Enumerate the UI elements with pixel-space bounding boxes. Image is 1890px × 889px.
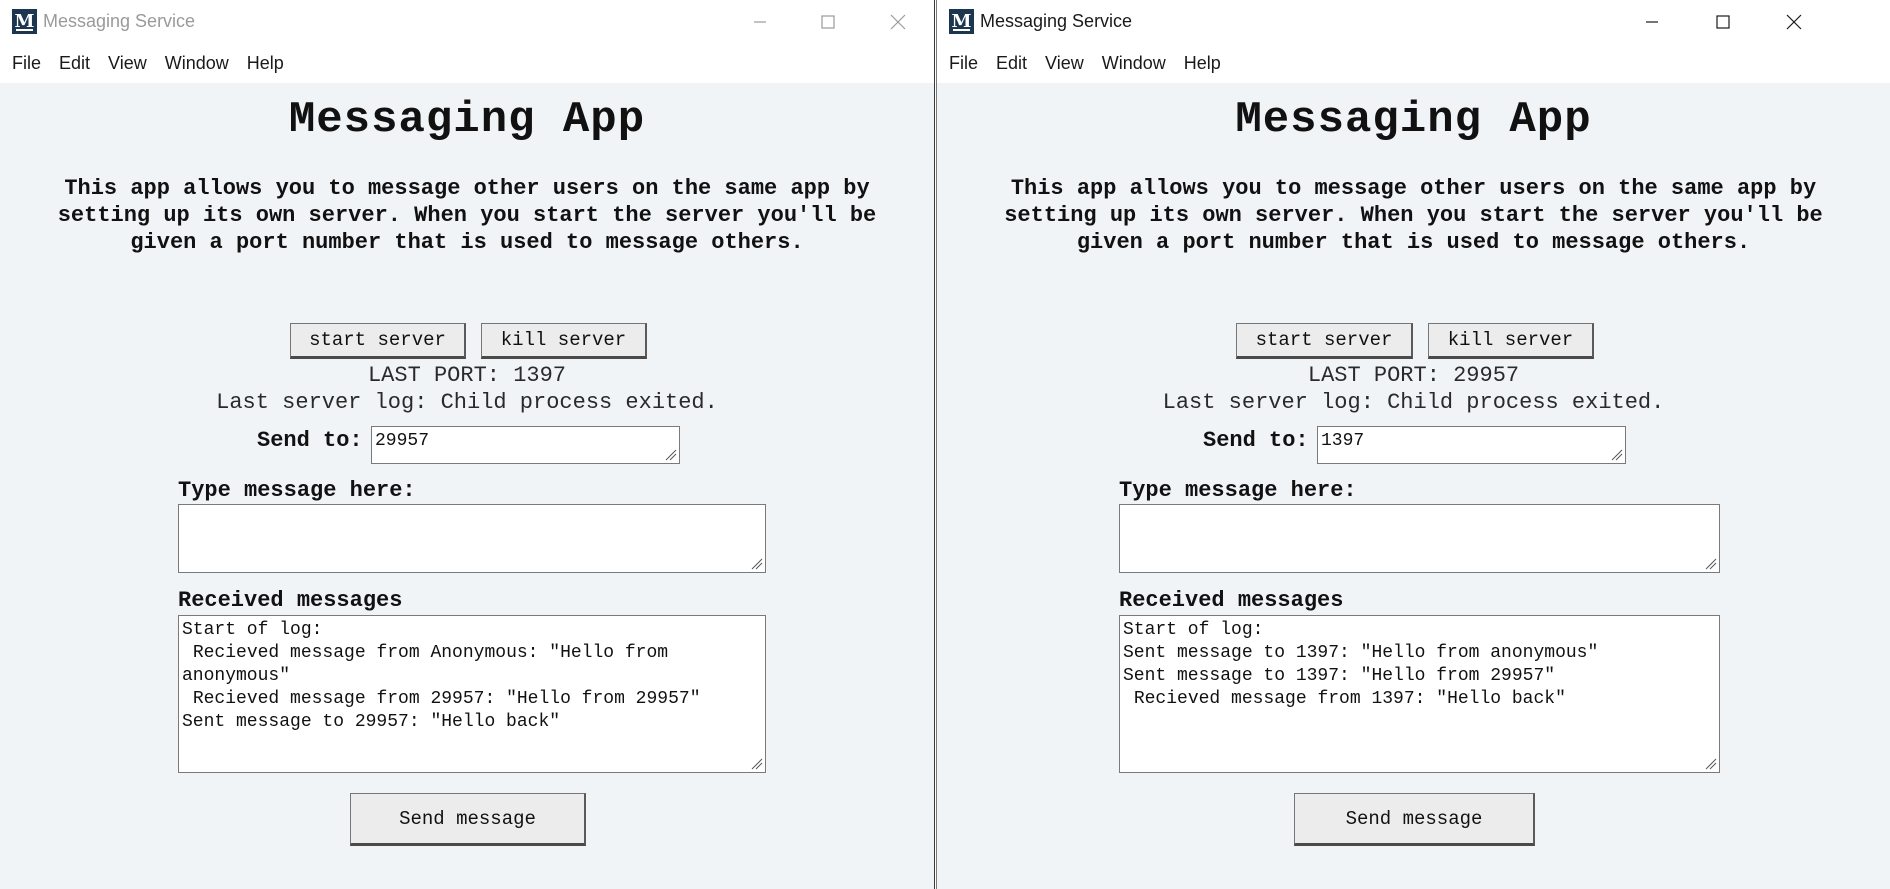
messaging-window-right: M Messaging Service File Edit View Windo… xyxy=(936,0,1890,889)
send-message-button[interactable]: Send message xyxy=(1294,793,1535,846)
received-messages-label: Received messages xyxy=(1119,588,1344,613)
resize-grip-icon[interactable] xyxy=(1705,758,1717,770)
received-messages-log[interactable]: Start of log: Recieved message from Anon… xyxy=(178,615,766,773)
send-message-button[interactable]: Send message xyxy=(350,793,586,846)
last-port-label: LAST PORT: 1397 xyxy=(367,363,567,388)
close-icon xyxy=(890,14,906,29)
send-to-input[interactable]: 1397 xyxy=(1317,426,1626,464)
resize-grip-icon[interactable] xyxy=(751,758,763,770)
app-icon: M xyxy=(949,9,974,34)
resize-grip-icon[interactable] xyxy=(1705,558,1717,570)
menu-help[interactable]: Help xyxy=(1175,43,1230,83)
minimize-icon xyxy=(1646,20,1658,23)
app-title: Messaging App xyxy=(1235,95,1592,145)
start-server-button[interactable]: start server xyxy=(1236,323,1413,359)
minimize-button[interactable] xyxy=(1617,0,1687,43)
menu-view[interactable]: View xyxy=(99,43,156,83)
app-description: This app allows you to message other use… xyxy=(57,176,877,255)
menu-edit[interactable]: Edit xyxy=(987,43,1036,83)
send-to-input[interactable]: 29957 xyxy=(371,426,680,464)
close-icon xyxy=(1786,14,1802,29)
resize-grip-icon[interactable] xyxy=(1611,449,1623,461)
title-bar[interactable]: M Messaging Service xyxy=(937,0,1890,43)
last-port-label: LAST PORT: 29957 xyxy=(1307,363,1520,388)
type-message-label: Type message here: xyxy=(1119,478,1357,503)
app-title: Messaging App xyxy=(288,95,646,145)
server-log-label: Last server log: Child process exited. xyxy=(1162,390,1665,415)
received-messages-log[interactable]: Start of log: Sent message to 1397: "Hel… xyxy=(1119,615,1720,773)
menu-help[interactable]: Help xyxy=(238,43,293,83)
received-messages-label: Received messages xyxy=(178,588,403,613)
kill-server-button[interactable]: kill server xyxy=(481,323,647,359)
start-server-button[interactable]: start server xyxy=(290,323,466,359)
app-content: Messaging App This app allows you to mes… xyxy=(0,83,934,889)
app-icon: M xyxy=(12,9,37,34)
minimize-button[interactable] xyxy=(725,0,795,43)
window-title: Messaging Service xyxy=(43,11,196,31)
menu-window[interactable]: Window xyxy=(156,43,238,83)
menu-file[interactable]: File xyxy=(3,43,50,83)
menu-view[interactable]: View xyxy=(1036,43,1093,83)
maximize-icon xyxy=(1716,14,1730,29)
message-input[interactable] xyxy=(1119,504,1720,573)
title-bar[interactable]: M Messaging Service xyxy=(0,0,934,43)
maximize-button[interactable] xyxy=(1688,0,1758,43)
menu-bar: File Edit View Window Help xyxy=(937,43,1890,83)
maximize-icon xyxy=(821,14,835,29)
send-to-label: Send to: xyxy=(257,428,363,453)
minimize-icon xyxy=(754,20,766,23)
menu-window[interactable]: Window xyxy=(1093,43,1175,83)
maximize-button[interactable] xyxy=(793,0,863,43)
resize-grip-icon[interactable] xyxy=(751,558,763,570)
messaging-window-left: M Messaging Service File Edit View Windo… xyxy=(0,0,935,889)
menu-bar: File Edit View Window Help xyxy=(0,43,934,83)
window-title: Messaging Service xyxy=(980,11,1133,31)
close-button[interactable] xyxy=(1759,0,1829,43)
resize-grip-icon[interactable] xyxy=(665,449,677,461)
server-log-label: Last server log: Child process exited. xyxy=(216,390,718,415)
app-description: This app allows you to message other use… xyxy=(1004,176,1823,255)
menu-edit[interactable]: Edit xyxy=(50,43,99,83)
menu-file[interactable]: File xyxy=(940,43,987,83)
close-button[interactable] xyxy=(863,0,933,43)
send-to-label: Send to: xyxy=(1203,428,1309,453)
type-message-label: Type message here: xyxy=(178,478,416,503)
message-input[interactable] xyxy=(178,504,766,573)
kill-server-button[interactable]: kill server xyxy=(1428,323,1594,359)
app-content: Messaging App This app allows you to mes… xyxy=(937,83,1890,889)
